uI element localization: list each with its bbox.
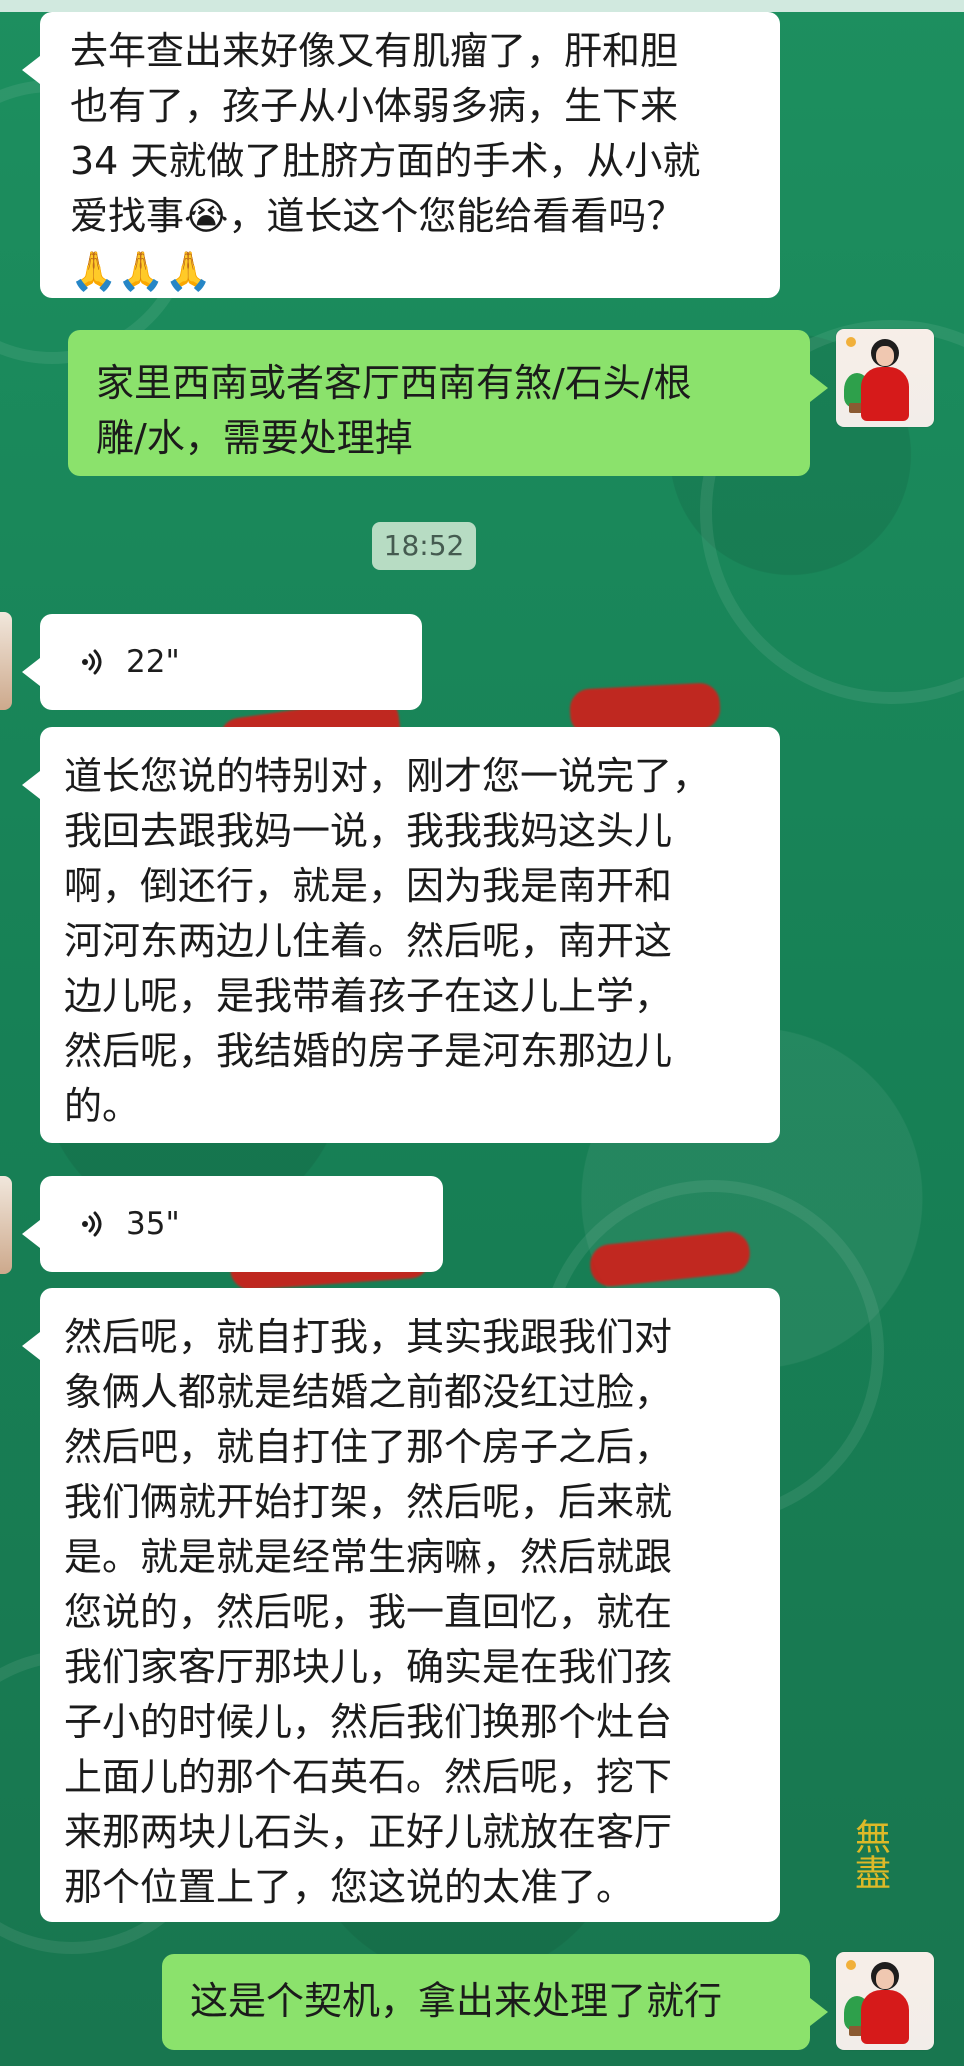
receiver-avatar-partial[interactable]	[0, 612, 12, 710]
voice-duration: 35"	[126, 1206, 180, 1242]
avatar-sun-icon	[846, 337, 856, 347]
avatar-dress-icon	[861, 1990, 909, 2044]
message-bubble-received[interactable]: 去年查出来好像又有肌瘤了，肝和胆 也有了，孩子从小体弱多病，生下来 34 天就做…	[22, 12, 780, 298]
background-stamp: 無盡	[849, 1818, 890, 1890]
receiver-avatar-partial[interactable]	[0, 1176, 12, 1274]
voice-wave-icon	[78, 1208, 108, 1240]
avatar-face-icon	[876, 346, 894, 366]
avatar-sun-icon	[846, 1960, 856, 1970]
message-bubble-received[interactable]: 然后呢，就自打我，其实我跟我们对 象俩人都就是结婚之前都没红过脸， 然后吧，就自…	[22, 1288, 780, 1922]
message-bubble-received[interactable]: 道长您说的特别对，刚才您一说完了， 我回去跟我妈一说，我我我妈这头儿 啊，倒还行…	[22, 727, 780, 1143]
sender-avatar[interactable]	[836, 1952, 934, 2050]
voice-duration: 22"	[126, 644, 180, 680]
message-text: 这是个契机，拿出来处理了就行	[190, 1979, 723, 2023]
message-bubble-sent[interactable]: 这是个契机，拿出来处理了就行	[162, 1954, 828, 2050]
top-status-strip	[0, 0, 964, 12]
sender-avatar[interactable]	[836, 329, 934, 427]
avatar-dress-icon	[861, 367, 909, 421]
message-text: 然后呢，就自打我，其实我跟我们对 象俩人都就是结婚之前都没红过脸， 然后吧，就自…	[64, 1315, 673, 1909]
voice-message-bubble[interactable]: 35"	[22, 1176, 443, 1272]
message-bubble-sent[interactable]: 家里西南或者客厅西南有煞/石头/根 雕/水，需要处理掉	[68, 330, 828, 476]
avatar-face-icon	[876, 1969, 894, 1989]
voice-message-bubble[interactable]: 22"	[22, 614, 422, 710]
message-text: 家里西南或者客厅西南有煞/石头/根 雕/水，需要处理掉	[96, 361, 692, 460]
message-text: 道长您说的特别对，刚才您一说完了， 我回去跟我妈一说，我我我妈这头儿 啊，倒还行…	[64, 754, 711, 1128]
message-time-separator: 18:52	[372, 522, 476, 570]
voice-wave-icon	[78, 646, 108, 678]
message-text: 去年查出来好像又有肌瘤了，肝和胆 也有了，孩子从小体弱多病，生下来 34 天就做…	[70, 29, 701, 293]
